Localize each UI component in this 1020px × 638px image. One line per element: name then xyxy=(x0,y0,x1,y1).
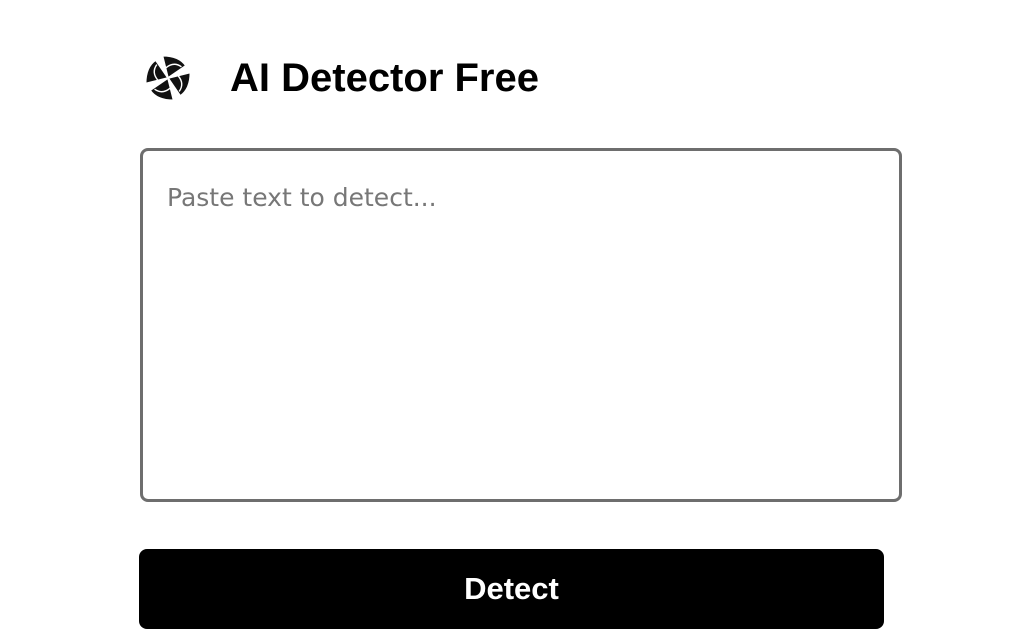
swirl-logo-icon xyxy=(140,50,196,106)
page-title: AI Detector Free xyxy=(230,56,539,100)
app-header: AI Detector Free xyxy=(140,50,539,106)
page: AI Detector Free Detect xyxy=(0,0,1020,638)
detect-button[interactable]: Detect xyxy=(139,549,884,629)
text-input-area[interactable] xyxy=(140,148,902,502)
